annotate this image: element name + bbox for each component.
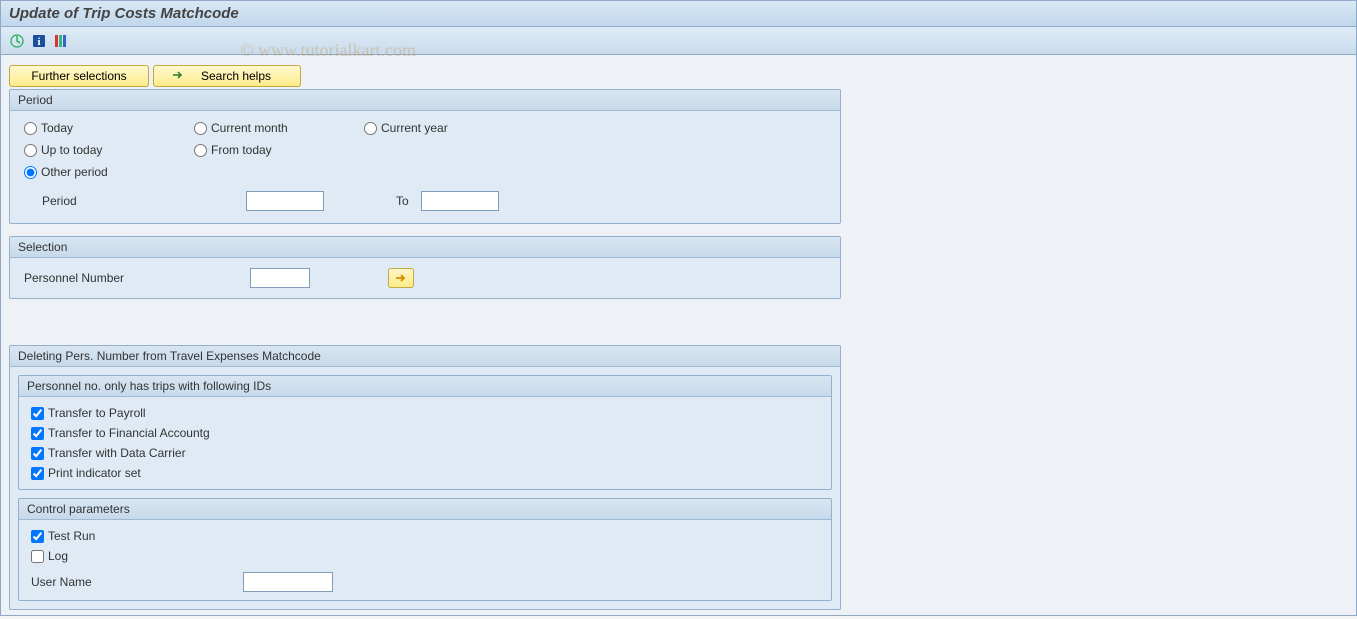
multiple-selection-button[interactable]	[388, 268, 414, 288]
radio-from-today[interactable]: From today	[194, 143, 364, 157]
radio-current-year[interactable]: Current year	[364, 121, 534, 135]
check-test-run-input[interactable]	[31, 530, 44, 543]
personnel-number-label: Personnel Number	[24, 271, 250, 285]
arrow-right-icon	[395, 271, 407, 286]
radio-up-to-today-label: Up to today	[41, 143, 102, 157]
arrow-right-icon	[172, 69, 184, 83]
deleting-header: Deleting Pers. Number from Travel Expens…	[10, 346, 840, 367]
further-selections-label: Further selections	[31, 69, 126, 83]
app-toolbar: i	[0, 27, 1357, 55]
check-transfer-payroll-input[interactable]	[31, 407, 44, 420]
content-area: Further selections Search helps Period T…	[0, 55, 1357, 616]
radio-today[interactable]: Today	[24, 121, 194, 135]
check-transfer-carrier-label: Transfer with Data Carrier	[48, 446, 186, 460]
button-row: Further selections Search helps	[9, 65, 1348, 87]
check-transfer-payroll[interactable]: Transfer to Payroll	[31, 403, 819, 423]
check-log-input[interactable]	[31, 550, 44, 563]
period-header: Period	[10, 90, 840, 111]
radio-current-month-label: Current month	[211, 121, 288, 135]
check-log-label: Log	[48, 549, 68, 563]
period-field-label: Period	[24, 194, 246, 208]
check-transfer-fin-input[interactable]	[31, 427, 44, 440]
check-print-indicator-label: Print indicator set	[48, 466, 141, 480]
svg-text:i: i	[37, 36, 40, 48]
radio-up-to-today[interactable]: Up to today	[24, 143, 194, 157]
radio-other-period-label: Other period	[41, 165, 108, 179]
execute-icon[interactable]	[9, 33, 25, 49]
selection-panel: Selection Personnel Number	[9, 236, 841, 299]
check-log[interactable]: Log	[31, 546, 819, 566]
period-to-input[interactable]	[421, 191, 499, 211]
check-transfer-payroll-label: Transfer to Payroll	[48, 406, 146, 420]
deleting-panel: Deleting Pers. Number from Travel Expens…	[9, 345, 841, 610]
control-params-header: Control parameters	[19, 499, 831, 520]
radio-current-year-input[interactable]	[364, 122, 377, 135]
check-transfer-carrier[interactable]: Transfer with Data Carrier	[31, 443, 819, 463]
check-print-indicator[interactable]: Print indicator set	[31, 463, 819, 483]
check-print-indicator-input[interactable]	[31, 467, 44, 480]
check-test-run[interactable]: Test Run	[31, 526, 819, 546]
radio-today-input[interactable]	[24, 122, 37, 135]
trips-ids-subpanel: Personnel no. only has trips with follow…	[18, 375, 832, 490]
check-test-run-label: Test Run	[48, 529, 95, 543]
radio-from-today-label: From today	[211, 143, 272, 157]
radio-from-today-input[interactable]	[194, 144, 207, 157]
radio-other-period-input[interactable]	[24, 166, 37, 179]
personnel-number-input[interactable]	[250, 268, 310, 288]
user-name-label: User Name	[31, 575, 243, 589]
search-helps-button[interactable]: Search helps	[153, 65, 301, 87]
period-to-label: To	[396, 194, 409, 208]
check-transfer-fin-label: Transfer to Financial Accountg	[48, 426, 210, 440]
user-name-input[interactable]	[243, 572, 333, 592]
check-transfer-fin[interactable]: Transfer to Financial Accountg	[31, 423, 819, 443]
radio-current-year-label: Current year	[381, 121, 448, 135]
check-transfer-carrier-input[interactable]	[31, 447, 44, 460]
selection-header: Selection	[10, 237, 840, 258]
search-helps-label: Search helps	[190, 69, 282, 83]
trips-ids-header: Personnel no. only has trips with follow…	[19, 376, 831, 397]
info-icon[interactable]: i	[31, 33, 47, 49]
radio-today-label: Today	[41, 121, 73, 135]
further-selections-button[interactable]: Further selections	[9, 65, 149, 87]
control-params-subpanel: Control parameters Test Run Log User Nam…	[18, 498, 832, 601]
period-from-input[interactable]	[246, 191, 324, 211]
period-panel: Period Today Current month Current year …	[9, 89, 841, 224]
radio-up-to-today-input[interactable]	[24, 144, 37, 157]
page-title: Update of Trip Costs Matchcode	[0, 0, 1357, 27]
radio-other-period[interactable]: Other period	[24, 165, 194, 179]
palette-icon[interactable]	[53, 33, 69, 49]
radio-current-month-input[interactable]	[194, 122, 207, 135]
radio-current-month[interactable]: Current month	[194, 121, 364, 135]
